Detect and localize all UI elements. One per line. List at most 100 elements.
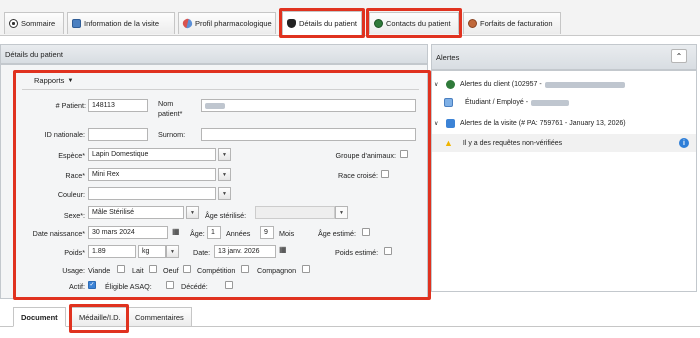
poids-value: 1.89 [92, 248, 106, 255]
visit-alerts-row[interactable]: ∨ Alertes de la visite (# PA: 759761 - J… [434, 119, 692, 128]
caret-down-icon: ▼ [67, 77, 74, 84]
groupe-checkbox[interactable] [400, 150, 408, 158]
age-label: Âge: [190, 229, 205, 238]
usage-lait-label: Lait [132, 266, 144, 275]
tab-label: Médaille/I.D. [79, 312, 121, 322]
sexe-dropdown-icon[interactable]: ▼ [186, 206, 199, 219]
panel-title: Détails du patient [5, 49, 63, 59]
tab-label: Détails du patient [299, 19, 357, 28]
decede-label: Décédé: [181, 282, 208, 291]
date-naissance-field[interactable]: 30 mars 2024 [88, 226, 168, 239]
poids-estime-checkbox[interactable] [384, 247, 392, 255]
tab-medaille-id[interactable]: Médaille/I.D. [71, 307, 129, 327]
poids-field[interactable]: 1.89 [88, 245, 136, 258]
usage-oeuf-label: Oeuf [163, 266, 179, 275]
mois-label: Mois [279, 229, 295, 238]
contact-icon [374, 19, 383, 28]
race-select[interactable]: Mini Rex [88, 168, 216, 181]
race-croise-checkbox[interactable] [381, 170, 389, 178]
collapse-button[interactable]: ⌃ [671, 49, 687, 63]
nom-label: Nom patient* [158, 99, 183, 118]
calendar-icon[interactable]: ▦ [279, 245, 287, 254]
surnom-field[interactable] [201, 128, 416, 141]
tab-contacts-patient[interactable]: Contacts du patient [369, 12, 459, 34]
redacted-name [205, 102, 225, 109]
race-croise-label: Race croisé: [338, 171, 378, 180]
pet-icon [287, 19, 296, 28]
reports-label: Rapports [34, 76, 65, 85]
date-naissance-label: Date naissance* [32, 229, 85, 238]
requests-label: Il y a des requêtes non-vérifiées [462, 139, 563, 147]
redacted-student [531, 99, 570, 106]
espece-dropdown-icon[interactable]: ▼ [218, 148, 231, 161]
date-field[interactable]: 13 janv. 2026 [214, 245, 276, 258]
usage-competition-label: Compétition [197, 266, 236, 275]
actif-checkbox[interactable]: ✓ [88, 281, 96, 289]
usage-oeuf-checkbox[interactable] [183, 265, 191, 273]
unit-select[interactable]: kg [138, 245, 166, 258]
tab-label: Contacts du patient [386, 19, 451, 28]
age-sterilise-dropdown-icon[interactable]: ▼ [335, 206, 348, 219]
requests-row[interactable]: ▲ Il y a des requêtes non-vérifiées i [444, 138, 689, 148]
tab-label: Commentaires [135, 312, 184, 322]
redacted-client [544, 81, 625, 88]
tab-forfaits-facturation[interactable]: Forfaits de facturation [463, 12, 561, 34]
tab-sommaire[interactable]: Sommaire [4, 12, 64, 34]
visit-alerts-label: Alertes de la visite (# PA: 759761 - Jan… [460, 120, 626, 127]
couleur-dropdown-icon[interactable]: ▼ [218, 187, 231, 200]
visit-icon [446, 119, 455, 128]
age-years-value: 1 [211, 229, 215, 236]
tab-commentaires[interactable]: Commentaires [127, 307, 192, 327]
tab-label: Forfaits de facturation [480, 19, 553, 28]
national-id-field[interactable] [88, 128, 148, 141]
race-value: Mini Rex [92, 171, 120, 178]
usage-label: Usage: [62, 266, 85, 275]
espece-label: Espèce* [58, 151, 85, 160]
client-alerts-row[interactable]: ∨ Alertes du client (102957 - [434, 80, 692, 89]
date-value: 13 janv. 2026 [218, 248, 260, 255]
couleur-select[interactable] [88, 187, 216, 200]
client-icon [446, 80, 455, 89]
usage-lait-checkbox[interactable] [149, 265, 157, 273]
usage-viande-checkbox[interactable] [117, 265, 125, 273]
unit-dropdown-icon[interactable]: ▼ [166, 245, 179, 258]
age-sterilise-label: Âge stérilisé: [205, 211, 247, 220]
id-card-icon [444, 98, 453, 107]
unit-value: kg [142, 248, 150, 255]
poids-label: Poids* [64, 248, 85, 257]
actif-label: Actif: [69, 282, 85, 291]
tab-label: Information de la visite [84, 19, 160, 28]
tab-bar: Sommaire Information de la visite Profil… [0, 0, 700, 36]
calendar-icon[interactable]: ▦ [172, 227, 180, 236]
race-dropdown-icon[interactable]: ▼ [218, 168, 231, 181]
race-label: Race* [65, 171, 85, 180]
age-estime-checkbox[interactable] [362, 228, 370, 236]
sexe-select[interactable]: Mâle Stérilisé [88, 206, 184, 219]
patient-name-field[interactable] [201, 99, 416, 112]
client-alerts-label: Alertes du client (102957 - [460, 81, 542, 88]
asaq-checkbox[interactable] [166, 281, 174, 289]
tab-details-patient[interactable]: Détails du patient [282, 11, 362, 35]
espece-select[interactable]: Lapin Domestique [88, 148, 216, 161]
sexe-value: Mâle Stérilisé [92, 209, 135, 216]
usage-competition-checkbox[interactable] [241, 265, 249, 273]
age-sterilise-select[interactable] [255, 206, 335, 219]
groupe-label: Groupe d'animaux: [335, 151, 396, 160]
patient-no-field[interactable]: 148113 [88, 99, 148, 112]
reports-menu[interactable]: Rapports ▼ [34, 76, 73, 85]
age-years-field[interactable]: 1 [207, 226, 221, 239]
usage-compagnon-checkbox[interactable] [302, 265, 310, 273]
usage-compagnon-label: Compagnon [257, 266, 297, 275]
patient-details-header: Détails du patient [0, 44, 428, 64]
surnom-label: Surnom: [158, 130, 186, 139]
tab-document[interactable]: Document [13, 307, 66, 327]
info-icon[interactable]: i [679, 138, 689, 148]
age-months-field[interactable]: 9 [260, 226, 274, 239]
couleur-label: Couleur: [57, 190, 85, 199]
age-months-value: 9 [264, 229, 268, 236]
decede-checkbox[interactable] [225, 281, 233, 289]
tab-profil-pharmacologique[interactable]: Profil pharmacologique [178, 12, 276, 34]
student-label: Étudiant / Employé - [465, 99, 529, 106]
tab-information-visite[interactable]: Information de la visite [67, 12, 175, 34]
date-naissance-value: 30 mars 2024 [92, 229, 135, 236]
